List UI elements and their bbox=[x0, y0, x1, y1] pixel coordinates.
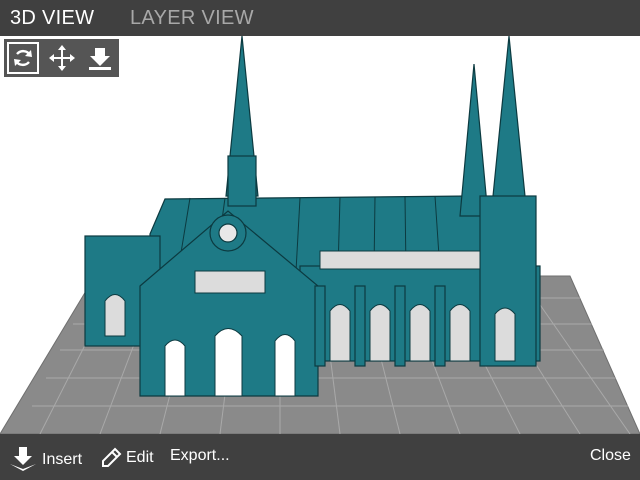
tab-layer-view[interactable]: LAYER VIEW bbox=[130, 7, 254, 30]
insert-icon bbox=[10, 447, 36, 471]
view-toolbox bbox=[4, 39, 119, 77]
close-label: Close bbox=[590, 447, 631, 464]
insert-button[interactable]: Insert bbox=[8, 447, 82, 473]
insert-label: Insert bbox=[42, 451, 83, 468]
model-cathedral bbox=[84, 36, 541, 397]
edit-button[interactable]: Edit bbox=[100, 447, 154, 469]
rotate-tool-button[interactable] bbox=[7, 42, 39, 74]
move-icon bbox=[49, 45, 75, 71]
rotate-icon bbox=[14, 49, 32, 67]
bottom-bar: Insert Edit Export... Close bbox=[0, 434, 640, 480]
edit-label: Edit bbox=[126, 449, 154, 466]
3d-viewport[interactable] bbox=[0, 36, 640, 434]
export-label: Export... bbox=[170, 447, 230, 464]
lay-flat-icon bbox=[89, 48, 111, 70]
lay-flat-tool-button[interactable] bbox=[84, 42, 116, 74]
close-button[interactable]: Close bbox=[590, 447, 631, 465]
export-button[interactable]: Export... bbox=[170, 447, 230, 465]
move-tool-button[interactable] bbox=[46, 42, 78, 74]
tab-3d-view[interactable]: 3D VIEW bbox=[10, 7, 94, 30]
pencil-icon bbox=[102, 447, 122, 467]
scene bbox=[0, 36, 640, 434]
top-bar: 3D VIEW LAYER VIEW bbox=[0, 0, 640, 36]
